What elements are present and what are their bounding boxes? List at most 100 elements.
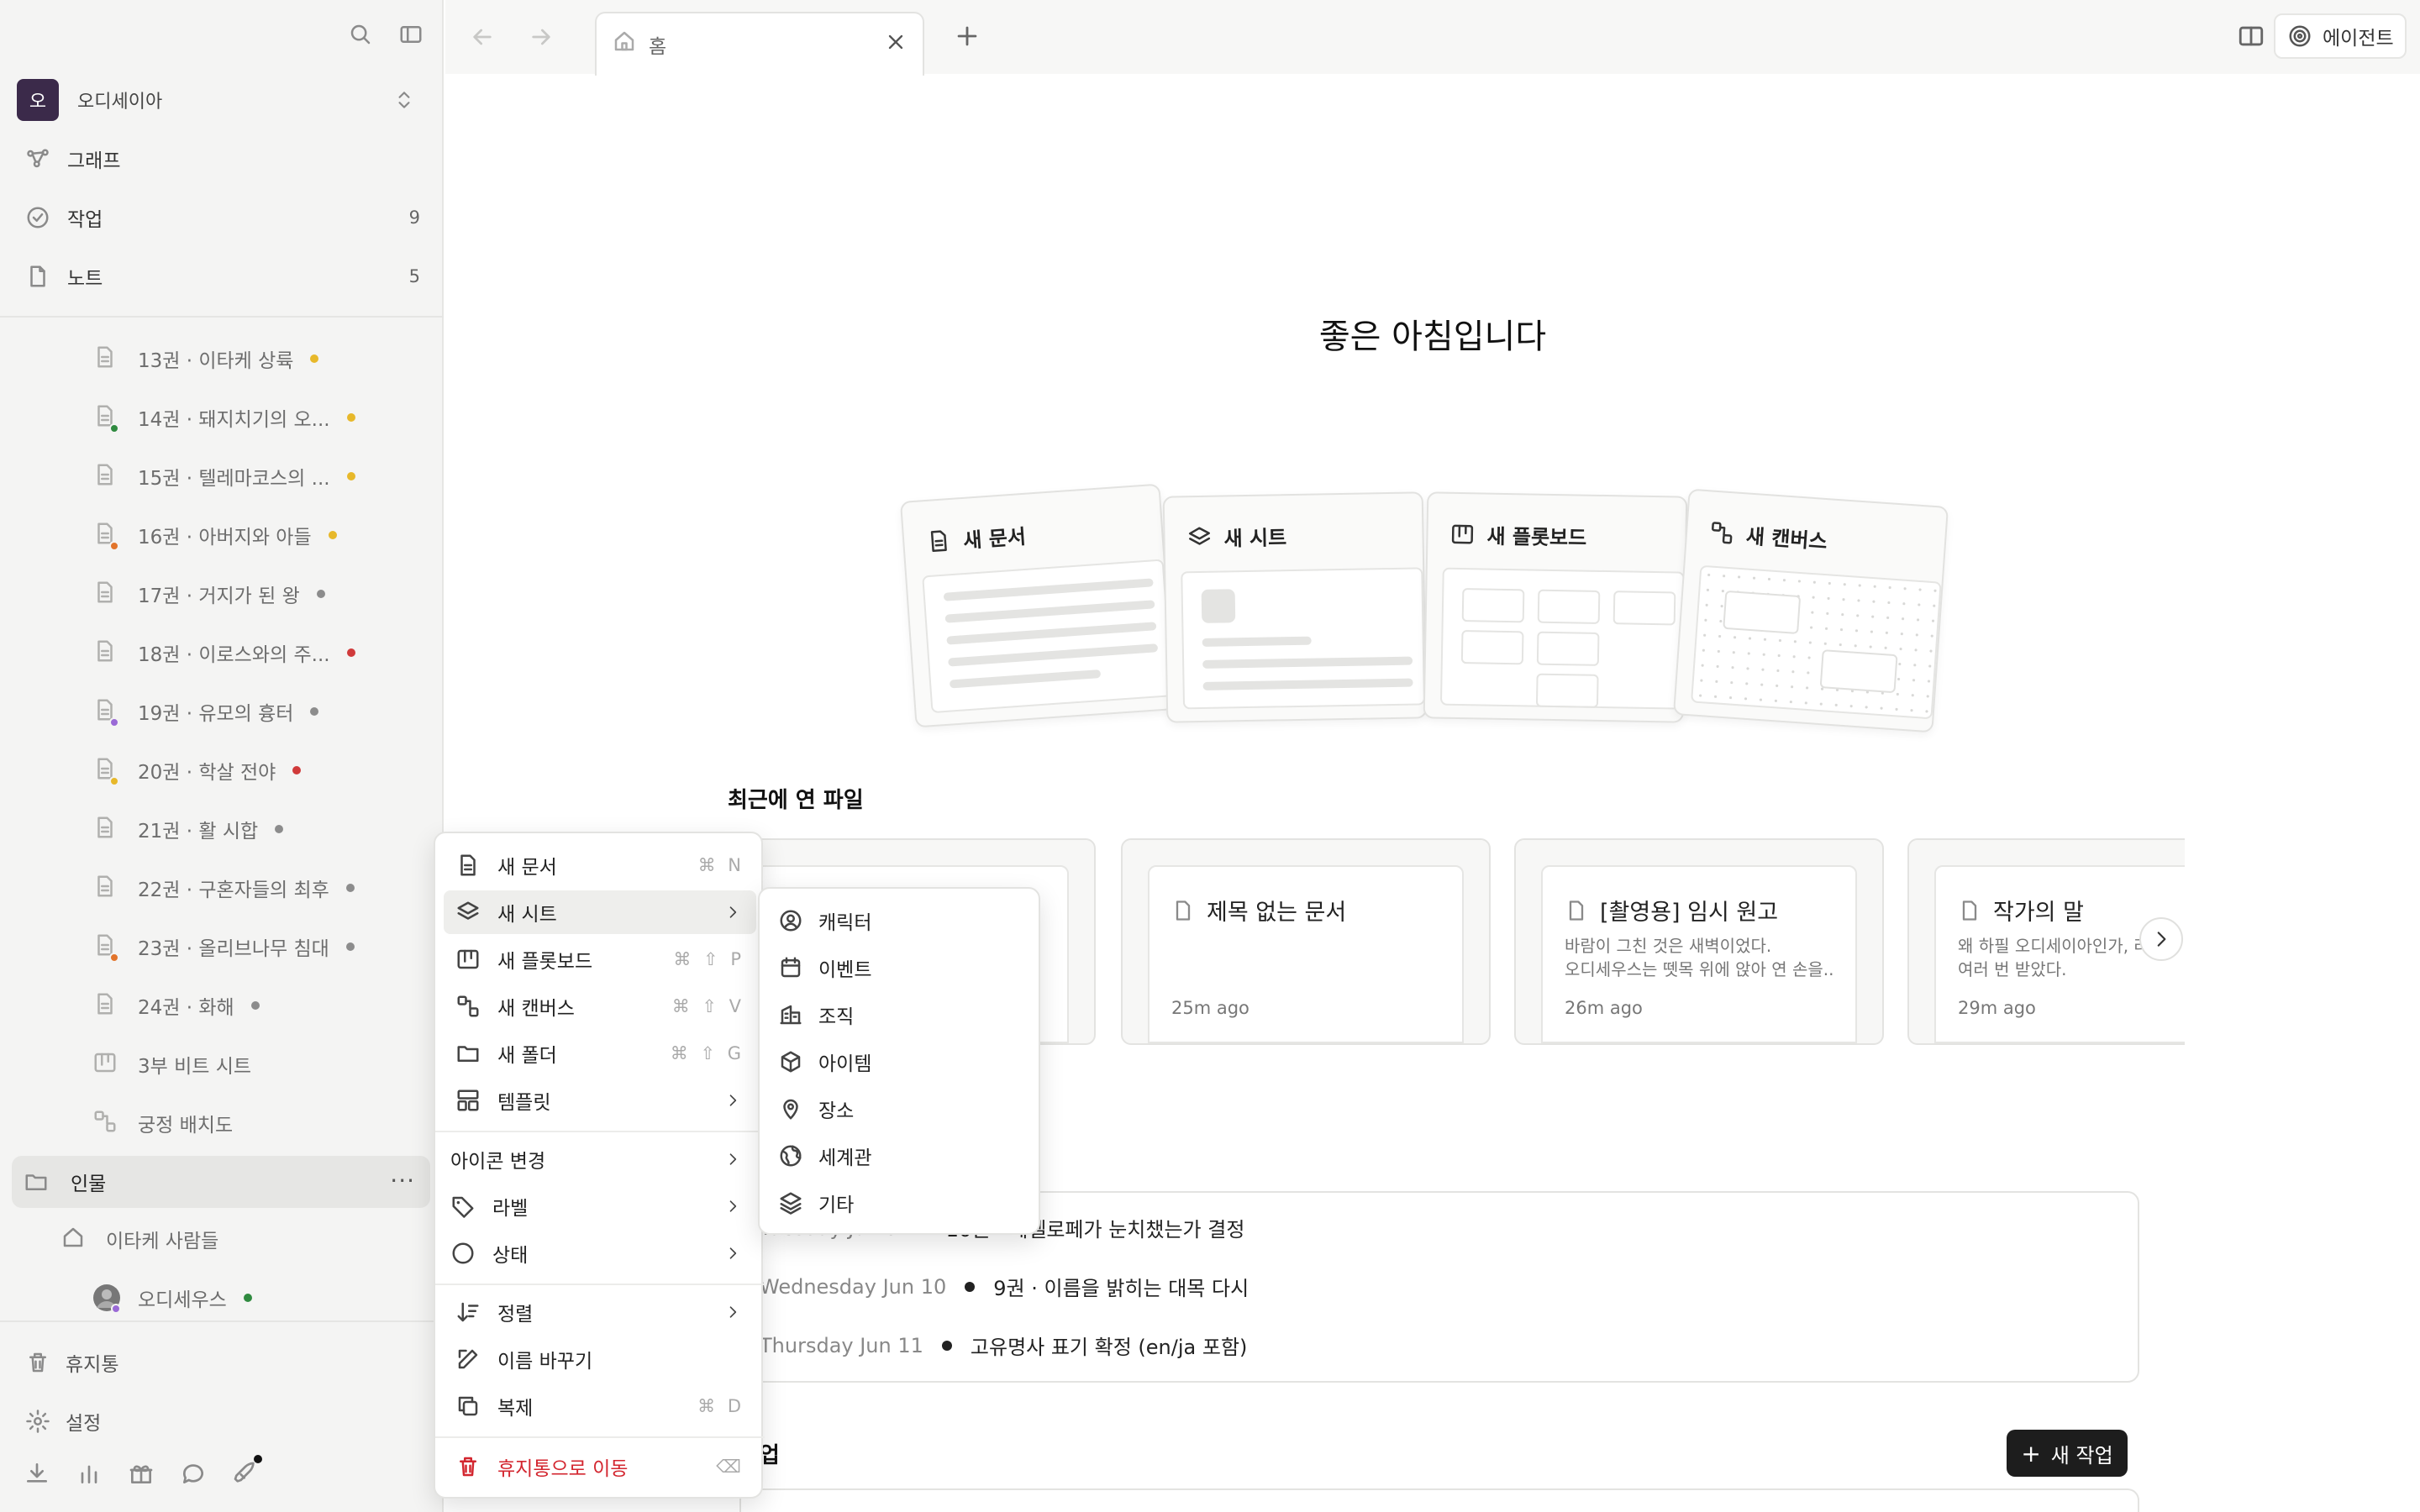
status-dot	[346, 472, 355, 480]
tree-item-odysseus[interactable]: 오디세우스	[92, 1277, 252, 1319]
cube-icon	[778, 1049, 807, 1074]
status-sub-dot	[109, 776, 119, 786]
workspace-switcher[interactable]: 오 오디세이아	[17, 79, 427, 121]
chevron-right-icon	[724, 1151, 741, 1168]
tree-item[interactable]: 19권 · 유모의 흉터	[92, 690, 319, 732]
back-arrow-icon[interactable]	[469, 24, 496, 50]
tree-item[interactable]: 궁정 배치도	[92, 1102, 233, 1144]
tree-item-label: 22권 · 구혼자들의 최후	[138, 879, 329, 901]
folder-row-people[interactable]: 인물 ···	[12, 1156, 430, 1208]
status-sub-dot	[109, 423, 119, 433]
menu-item-template[interactable]: 템플릿	[444, 1079, 756, 1122]
status-dot	[310, 707, 319, 716]
agent-icon	[2287, 24, 2312, 49]
sidebar-divider	[0, 1320, 444, 1322]
tree-item[interactable]: 20권 · 학살 전야	[92, 749, 302, 791]
menu-item-duplicate[interactable]: 복제 ⌘ D	[444, 1384, 756, 1428]
recent-file-card[interactable]: 제목 없는 문서 25m ago	[1121, 838, 1491, 1045]
sidebar-divider	[0, 316, 444, 318]
recent-card-inner: 제목 없는 문서 25m ago	[1148, 865, 1464, 1043]
document-icon	[1958, 899, 1981, 922]
nav-label: 그래프	[67, 150, 121, 172]
document-icon	[92, 638, 118, 667]
submenu-item-world[interactable]: 세계관	[768, 1134, 1034, 1178]
menu-item-new-canvas[interactable]: 새 캔버스 ⌘ ⇧ V	[444, 984, 756, 1028]
menu-item-move-to-trash[interactable]: 휴지통으로 이동 ⌫	[444, 1445, 756, 1488]
chat-icon[interactable]	[180, 1460, 207, 1487]
card-label: 새 시트	[1223, 526, 1287, 551]
submenu-item-event[interactable]: 이벤트	[768, 946, 1034, 990]
card-label: 새 캔버스	[1745, 524, 1828, 554]
nav-label: 작업	[67, 209, 103, 231]
create-document-card[interactable]: 새 문서	[899, 483, 1176, 728]
carousel-next-button[interactable]	[2139, 917, 2183, 961]
submenu-item-organization[interactable]: 조직	[768, 993, 1034, 1037]
download-icon[interactable]	[24, 1460, 50, 1487]
nav-item-trash[interactable]: 휴지통	[25, 1344, 118, 1381]
location-icon	[778, 1096, 807, 1121]
document-icon	[92, 874, 118, 902]
timeline-row[interactable]: Thursday Jun 11 고유명사 표기 확정 (en/ja 포함)	[760, 1331, 1247, 1360]
status-dot	[345, 884, 355, 892]
recent-file-card[interactable]: [촬영용] 임시 원고 바람이 그친 것은 새벽이었다. 오디세우스는 뗏목 위…	[1514, 838, 1884, 1045]
tree-item[interactable]: 13권 · 이타케 상륙	[92, 338, 319, 380]
tree-item[interactable]: 17권 · 거지가 된 왕	[92, 573, 325, 615]
create-sheet-card[interactable]: 새 시트	[1162, 491, 1428, 723]
agent-button[interactable]: 에이전트	[2274, 13, 2407, 59]
more-options-button[interactable]: ···	[390, 1169, 415, 1193]
rocket-icon[interactable]	[232, 1455, 262, 1487]
menu-item-status[interactable]: 상태	[444, 1231, 756, 1275]
recent-card-title: 작가의 말	[1958, 894, 2084, 927]
timeline-row[interactable]: Wednesday Jun 10 9권 · 이름을 밝히는 대목 다시	[760, 1272, 1249, 1301]
tree-item[interactable]: 22권 · 구혼자들의 최후	[92, 867, 355, 909]
tree-item[interactable]: 18권 · 이로스와의 주...	[92, 632, 355, 674]
tree-item[interactable]: 24권 · 화해	[92, 984, 260, 1026]
search-icon[interactable]	[348, 22, 373, 47]
menu-item-rename[interactable]: 이름 바꾸기	[444, 1337, 756, 1381]
chevron-updown-icon	[393, 89, 415, 111]
split-view-icon[interactable]	[2237, 22, 2265, 50]
submenu-item-item[interactable]: 아이템	[768, 1040, 1034, 1084]
tab-home[interactable]: 홈	[595, 12, 924, 76]
person-icon	[778, 908, 807, 933]
submenu-label: 세계관	[818, 1147, 872, 1169]
create-canvas-card[interactable]: 새 캔버스	[1672, 488, 1949, 733]
menu-item-label[interactable]: 라벨	[444, 1184, 756, 1228]
menu-label: 상태	[492, 1245, 529, 1267]
close-icon[interactable]	[884, 30, 908, 54]
folder-label: 인물	[71, 1173, 107, 1195]
menu-item-new-document[interactable]: 새 문서 ⌘ N	[444, 843, 756, 887]
submenu-item-place[interactable]: 장소	[768, 1087, 1034, 1131]
menu-item-change-icon[interactable]: 아이콘 변경	[444, 1137, 756, 1181]
menu-shortcut: ⌫	[716, 1457, 744, 1477]
nav-item-settings[interactable]: 설정	[25, 1403, 101, 1440]
create-plotboard-card[interactable]: 새 플롯보드	[1423, 491, 1688, 723]
tree-item[interactable]: 21권 · 활 시합	[92, 808, 284, 850]
document-icon	[92, 462, 118, 491]
chart-icon[interactable]	[76, 1460, 103, 1487]
tree-item[interactable]: 3부 비트 시트	[92, 1043, 251, 1085]
gift-icon[interactable]	[128, 1460, 155, 1487]
menu-item-new-folder[interactable]: 새 폴더 ⌘ ⇧ G	[444, 1032, 756, 1075]
new-task-button[interactable]: + 새 작업	[2007, 1430, 2128, 1477]
nav-count: 9	[408, 207, 420, 228]
nav-item-graph[interactable]: 그래프	[25, 138, 420, 180]
menu-item-new-sheet[interactable]: 새 시트	[444, 890, 756, 934]
menu-item-sort[interactable]: 정렬	[444, 1290, 756, 1334]
nav-item-tasks[interactable]: 작업 9	[25, 197, 420, 239]
tree-item[interactable]: 14권 · 돼지치기의 오...	[92, 396, 355, 438]
card-label: 새 플롯보드	[1486, 524, 1587, 550]
sidebar-toggle-icon[interactable]	[398, 22, 424, 47]
forward-arrow-icon[interactable]	[528, 24, 555, 50]
nav-item-notes[interactable]: 노트 5	[25, 255, 420, 297]
tree-item-ithaca-people[interactable]: 이타케 사람들	[60, 1218, 218, 1260]
submenu-item-other[interactable]: 기타	[768, 1181, 1034, 1225]
tree-item[interactable]: 15권 · 텔레마코스의 ...	[92, 455, 355, 497]
tree-item[interactable]: 23권 · 올리브나무 침대	[92, 926, 355, 968]
chevron-right-icon	[724, 1092, 741, 1109]
add-tab-icon[interactable]	[953, 22, 981, 50]
tree-item[interactable]: 16권 · 아버지와 아들	[92, 514, 337, 556]
submenu-item-character[interactable]: 캐릭터	[768, 899, 1034, 942]
menu-divider	[435, 1131, 765, 1132]
menu-item-new-plotboard[interactable]: 새 플롯보드 ⌘ ⇧ P	[444, 937, 756, 981]
